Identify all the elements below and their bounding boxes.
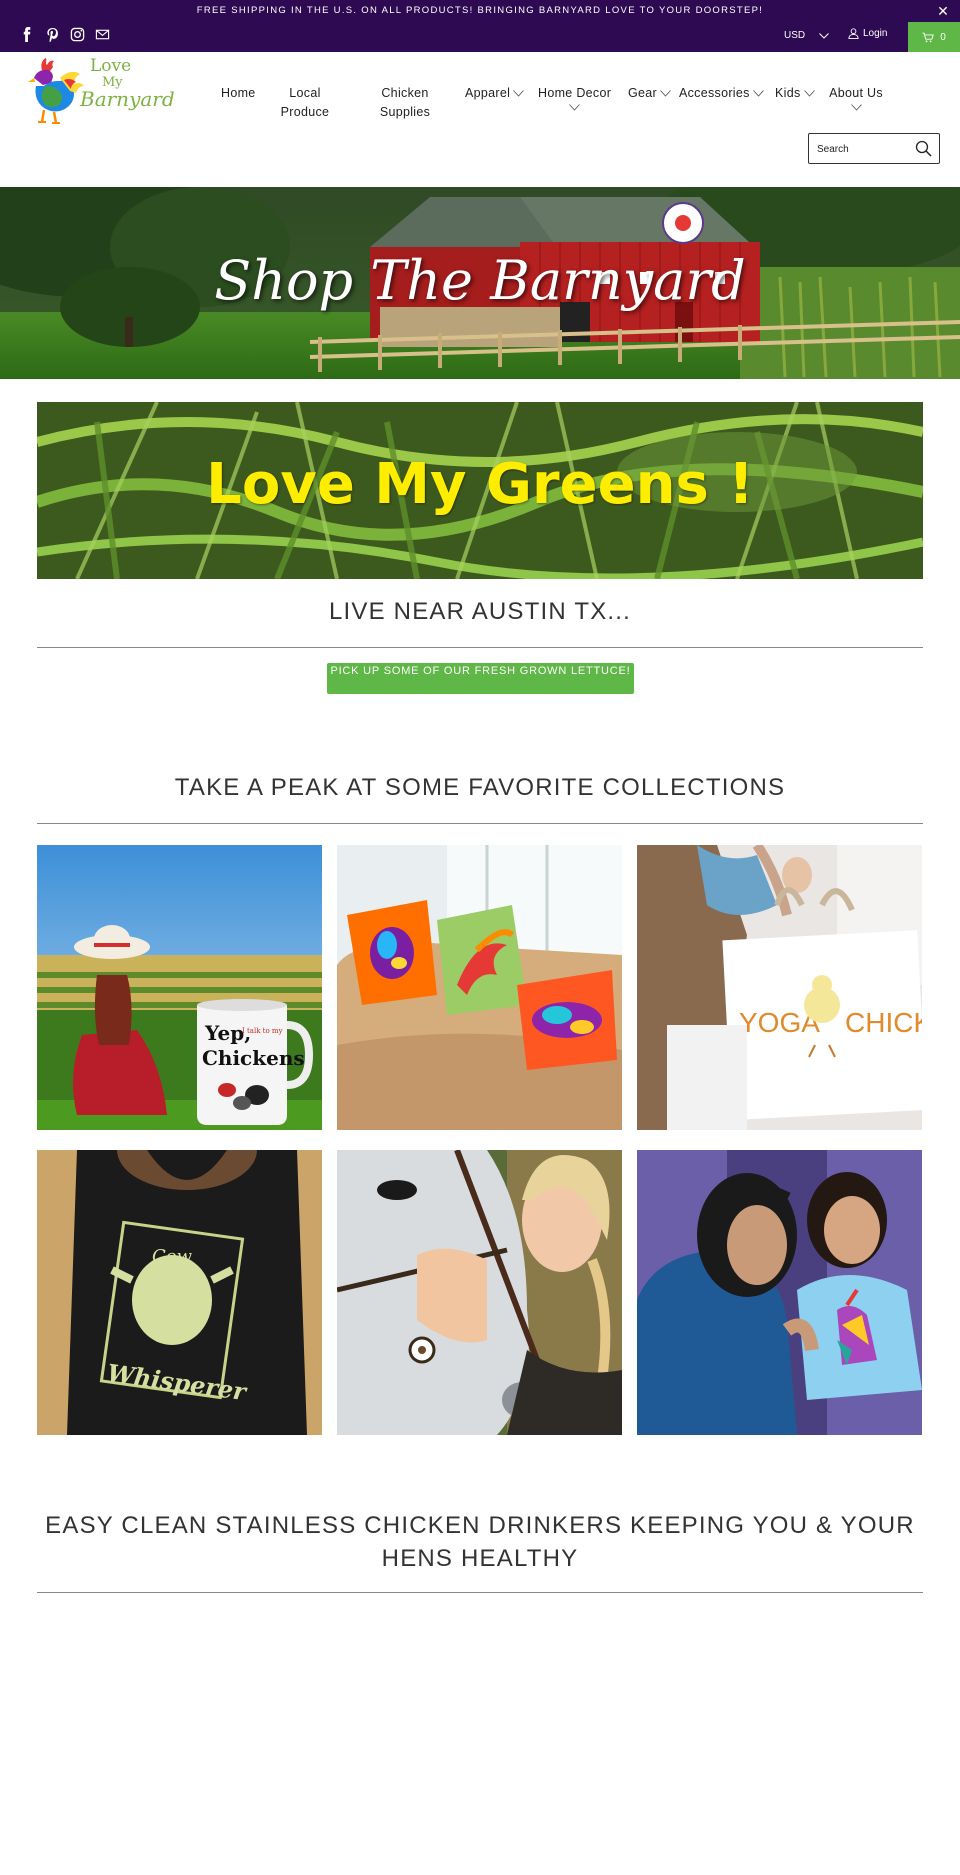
currency-selector[interactable]: USD — [784, 30, 829, 41]
top-bar: FREE SHIPPING IN THE U.S. ON ALL PRODUCT… — [0, 0, 960, 52]
hero-banner[interactable]: Shop The Barnyard — [0, 187, 960, 379]
nav-item-gear[interactable]: Gear — [628, 84, 671, 103]
nav-item-accessories[interactable]: Accessories — [679, 84, 764, 103]
announcement-text: FREE SHIPPING IN THE U.S. ON ALL PRODUCT… — [196, 5, 764, 16]
instagram-icon[interactable] — [70, 27, 85, 42]
greens-title: Love My Greens ! — [206, 452, 754, 517]
mug-text-chickens: Chickens — [202, 1046, 305, 1070]
bag-text-chick: CHICK — [845, 1007, 922, 1038]
nav-item-kids[interactable]: Kids — [775, 84, 815, 103]
kids-collection-image — [637, 1150, 922, 1435]
greens-banner[interactable]: Love My Greens ! — [37, 402, 923, 579]
nav-item-apparel[interactable]: Apparel — [465, 84, 525, 103]
drinkers-heading: EASY CLEAN STAINLESS CHICKEN DRINKERS KE… — [45, 1512, 915, 1572]
user-icon — [848, 28, 859, 39]
collection-tile-watches[interactable] — [337, 1150, 622, 1435]
mug-text-talk: I talk to my — [242, 1027, 283, 1035]
close-icon[interactable]: ✕ — [934, 2, 952, 20]
collection-tile-bags[interactable]: YOGA CHICK — [637, 845, 922, 1130]
pillow-collection-image — [337, 845, 622, 1130]
hero-title: Shop The Barnyard — [214, 249, 746, 312]
chevron-down-icon — [660, 89, 671, 98]
currency-label: USD — [784, 30, 806, 41]
collection-tile-pillows[interactable] — [337, 845, 622, 1130]
chevron-down-icon — [850, 104, 862, 112]
collection-tile-shirts[interactable]: Cow Whisperer — [37, 1150, 322, 1435]
tshirt-collection-image: Cow Whisperer — [37, 1150, 322, 1435]
divider — [37, 823, 923, 824]
cart-button[interactable]: 0 — [908, 22, 960, 52]
pinterest-icon[interactable] — [45, 27, 60, 42]
search-icon[interactable] — [915, 140, 932, 157]
chevron-down-icon — [752, 89, 764, 98]
facebook-icon[interactable] — [20, 27, 35, 42]
tote-bag-collection-image: YOGA CHICK — [637, 845, 922, 1130]
email-icon[interactable] — [95, 27, 110, 42]
divider — [37, 1592, 923, 1593]
nav-item-home[interactable]: Home — [221, 84, 256, 103]
collection-tile-kids[interactable] — [637, 1150, 922, 1435]
search-input[interactable] — [817, 142, 912, 156]
nav-item-local-produce[interactable]: Local Produce — [279, 84, 331, 122]
nav-item-home-decor[interactable]: Home Decor — [538, 84, 611, 112]
collection-tile-mugs[interactable]: Yep, I talk to my Chickens — [37, 845, 322, 1130]
social-links — [20, 27, 110, 42]
divider — [37, 647, 923, 648]
chevron-down-icon — [568, 104, 580, 112]
pickup-lettuce-button[interactable]: PICK UP SOME OF OUR FRESH GROWN LETTUCE! — [327, 663, 634, 694]
shirt-text-cow: Cow — [152, 1246, 193, 1267]
austin-heading: LIVE NEAR AUSTIN TX... — [328, 598, 632, 625]
collections-heading: TAKE A PEAK AT SOME FAVORITE COLLECTIONS — [174, 774, 786, 801]
login-label: Login — [863, 28, 888, 39]
nav-item-chicken-supplies[interactable]: Chicken Supplies — [374, 84, 436, 122]
chevron-down-icon — [513, 89, 525, 98]
chevron-down-icon — [803, 89, 815, 98]
mug-collection-image: Yep, I talk to my Chickens — [37, 845, 322, 1130]
search-box — [808, 133, 940, 164]
horse-watch-collection-image — [337, 1150, 622, 1435]
logo-wordmark: Love My Barnyard — [80, 56, 175, 111]
chevron-down-icon — [819, 32, 829, 39]
cart-count: 0 — [940, 31, 946, 43]
site-logo[interactable]: Love My Barnyard — [20, 56, 175, 126]
login-link[interactable]: Login — [848, 28, 887, 39]
cart-icon — [922, 32, 934, 42]
rooster-logo-icon — [28, 58, 84, 124]
nav-item-about-us[interactable]: About Us — [826, 84, 886, 112]
